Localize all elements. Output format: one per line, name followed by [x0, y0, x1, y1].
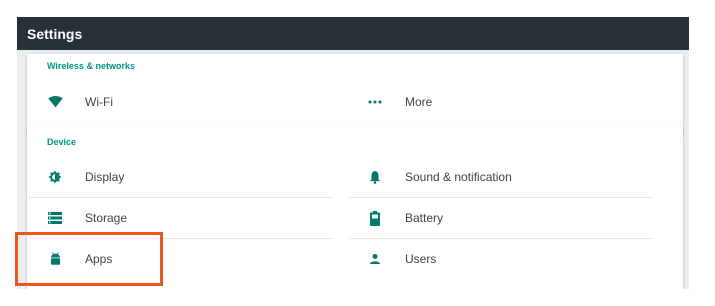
settings-item-users[interactable]: Users: [349, 239, 653, 279]
wireless-networks-section: Wireless & networks Wi-Fi More: [27, 54, 683, 135]
settings-item-label: Display: [85, 170, 125, 184]
wifi-icon: [47, 94, 63, 110]
bell-icon: [367, 169, 383, 185]
page-title: Settings: [27, 25, 83, 42]
settings-app: Settings Wireless & networks Wi-Fi More …: [17, 17, 689, 289]
settings-item-storage[interactable]: Storage: [29, 198, 333, 239]
settings-item-label: Apps: [85, 252, 113, 266]
android-icon: [47, 251, 63, 267]
settings-item-label: Users: [405, 252, 437, 266]
settings-item-label: More: [405, 95, 433, 109]
settings-item-apps[interactable]: Apps: [29, 239, 333, 279]
settings-item-display[interactable]: Display: [29, 157, 333, 198]
settings-item-more[interactable]: More: [349, 82, 653, 122]
settings-item-label: Wi-Fi: [85, 95, 113, 109]
battery-icon: [367, 210, 383, 226]
toolbar: Settings: [17, 17, 689, 50]
settings-item-battery[interactable]: Battery: [349, 198, 653, 239]
settings-item-label: Storage: [85, 211, 128, 225]
person-icon: [367, 251, 383, 267]
settings-item-label: Battery: [405, 211, 444, 225]
settings-item-sound-notification[interactable]: Sound & notification: [349, 157, 653, 198]
device-section: Device Display Sound & notification Stor…: [27, 127, 683, 289]
section-header-device: Device: [47, 137, 77, 147]
more-horiz-icon: [367, 94, 383, 110]
settings-item-wifi[interactable]: Wi-Fi: [29, 82, 333, 122]
storage-icon: [47, 210, 63, 226]
settings-item-label: Sound & notification: [405, 170, 512, 184]
section-header-wireless: Wireless & networks: [47, 61, 135, 71]
brightness-icon: [47, 169, 63, 185]
